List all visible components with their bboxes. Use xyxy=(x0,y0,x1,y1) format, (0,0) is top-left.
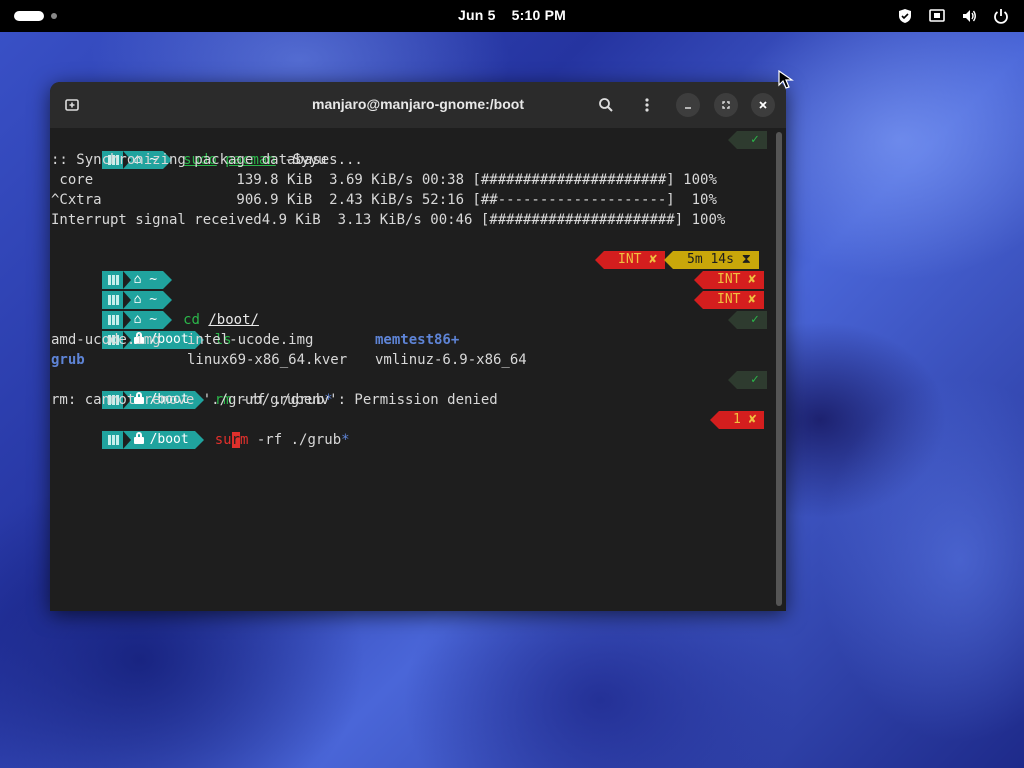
mouse-pointer-icon xyxy=(778,70,794,89)
terminal-line: /boot rm -rf ./grub* ✓ xyxy=(51,370,771,409)
status-ok: ✓ xyxy=(728,371,767,389)
volume-icon[interactable] xyxy=(960,7,978,25)
system-tray[interactable] xyxy=(896,7,1010,25)
terminal-line: ⌂ ~ INT ✘ 5m 14s ⧗ xyxy=(51,250,771,289)
terminal-line: core 139.8 KiB 3.69 KiB/s 00:38 [#######… xyxy=(51,172,717,188)
scrollbar[interactable] xyxy=(776,132,782,606)
file-entry: memtest86+ xyxy=(375,332,460,348)
glob-char: * xyxy=(341,432,350,448)
status-interrupt: INT ✘ xyxy=(594,251,666,269)
network-wired-icon[interactable] xyxy=(928,7,946,25)
terminal-window: manjaro@manjaro-gnome:/boot ⌂ ~ sudo pacm… xyxy=(50,82,786,611)
manjaro-logo-icon xyxy=(101,431,124,449)
close-button[interactable] xyxy=(751,93,775,117)
shield-icon[interactable] xyxy=(896,7,914,25)
command-args: -rf ./grub xyxy=(248,432,342,448)
terminal-line: grub linux69-x86_64.kver vmlinuz-6.9-x86_6… xyxy=(51,350,771,370)
terminal-line: /boot surm -rf ./grub* 1 ✘ xyxy=(51,410,771,449)
clock[interactable]: Jun 5 5:10 PM xyxy=(0,7,1024,23)
status-duration: 5m 14s ⧗ xyxy=(664,251,759,269)
minimize-button[interactable] xyxy=(676,93,700,117)
terminal-line: rm: cannot remove './grub/grubenv': Perm… xyxy=(51,392,498,408)
power-icon[interactable] xyxy=(992,7,1010,25)
file-entry: vmlinuz-6.9-x86_64 xyxy=(375,352,527,368)
time-label: 5:10 PM xyxy=(511,7,566,23)
status-interrupt: INT ✘ xyxy=(693,291,765,309)
dir-entry: grub xyxy=(51,352,85,368)
close-icon xyxy=(759,101,767,109)
menu-button[interactable] xyxy=(635,93,659,117)
status-ok: ✓ xyxy=(728,311,767,329)
minimize-icon xyxy=(685,107,691,109)
lock-icon xyxy=(133,432,144,444)
maximize-button[interactable] xyxy=(714,93,738,117)
terminal-line: :: Synchronizing package databases... xyxy=(51,152,363,168)
search-button[interactable] xyxy=(594,93,618,117)
terminal-line: amd-ucode.img intel-ucode.img memtest86+ xyxy=(51,330,771,350)
terminal-output[interactable]: ⌂ ~ sudo pacman -Syyu ✓ :: Synchronizing … xyxy=(50,128,772,611)
status-interrupt: INT ✘ xyxy=(693,271,765,289)
text-cursor: r xyxy=(231,432,241,448)
file-entry: linux69-x86_64.kver xyxy=(187,352,348,368)
terminal-line: ⌂ ~ sudo pacman -Syyu ✓ xyxy=(51,130,771,169)
terminal-line: /boot ls ✓ xyxy=(51,310,771,349)
terminal-line: ⌂ ~ INT ✘ xyxy=(51,270,771,309)
maximize-icon xyxy=(722,101,730,109)
prompt-dir: /boot xyxy=(122,431,195,449)
activities-indicator[interactable] xyxy=(14,11,57,21)
command-typed: su xyxy=(214,432,232,448)
file-entry: amd-ucode.img xyxy=(51,332,161,348)
terminal-line: Interrupt signal received4.9 KiB 3.13 Ki… xyxy=(51,212,726,228)
file-entry: intel-ucode.img xyxy=(187,332,314,348)
workspace-indicator[interactable] xyxy=(51,13,57,19)
terminal-line: ^Cxtra 906.9 KiB 2.43 KiB/s 52:16 [##---… xyxy=(51,192,717,208)
status-exit-code: 1 ✘ xyxy=(709,411,765,429)
search-icon xyxy=(599,98,613,112)
status-ok: ✓ xyxy=(728,131,767,149)
terminal-line: ⌂ ~ cd /boot/ INT ✘ xyxy=(51,290,771,329)
date-label: Jun 5 xyxy=(458,7,496,23)
top-bar: Jun 5 5:10 PM xyxy=(0,0,1024,32)
workspace-active-indicator[interactable] xyxy=(14,11,44,21)
title-bar[interactable]: manjaro@manjaro-gnome:/boot xyxy=(50,82,786,128)
kebab-menu-icon xyxy=(645,98,649,112)
